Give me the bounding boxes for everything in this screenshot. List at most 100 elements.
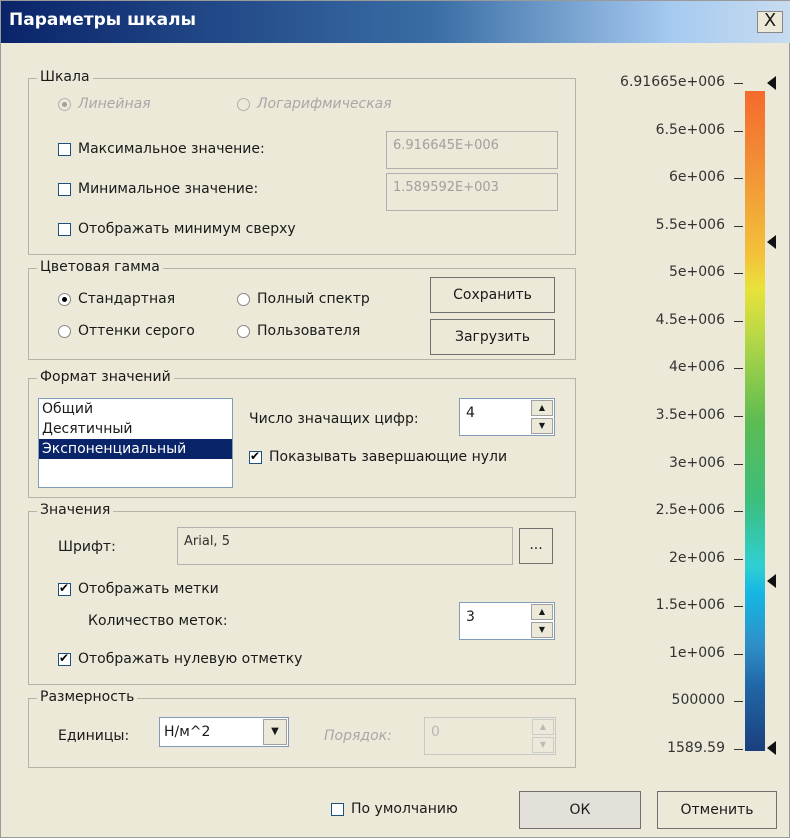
- colorbar-tick-label: 2.5e+006: [655, 502, 725, 519]
- spin-down-icon[interactable]: ▼: [531, 418, 553, 434]
- digits-label: Число значащих цифр:: [249, 411, 419, 427]
- trailing-zeros-label: Показывать завершающие нули: [269, 449, 508, 465]
- spin-down-icon[interactable]: ▼: [531, 622, 553, 638]
- chevron-down-icon[interactable]: ▼: [263, 719, 287, 745]
- colorbar-tick-mark: [734, 273, 743, 275]
- show-min-top-checkbox-box: [58, 222, 71, 236]
- radio-standard-label: Стандартная: [78, 291, 176, 307]
- colorbar-tick-mark: [734, 368, 743, 370]
- units-value: Н/м^2: [164, 724, 211, 740]
- triangle-left-icon[interactable]: [767, 741, 776, 755]
- units-select[interactable]: Н/м^2 ▼: [159, 717, 289, 747]
- spin-up-icon[interactable]: ▲: [532, 719, 554, 735]
- max-value-checkbox[interactable]: Максимальное значение:: [58, 141, 265, 157]
- colorbar-tick-label: 6e+006: [669, 169, 725, 186]
- default-label: По умолчанию: [351, 801, 458, 817]
- radio-user-label: Пользователя: [257, 323, 361, 339]
- colorbar-tick-label: 5.5e+006: [655, 216, 725, 233]
- triangle-left-icon[interactable]: [767, 574, 776, 588]
- triangle-left-icon[interactable]: [767, 235, 776, 249]
- colorbar-tick-label: 3e+006: [669, 454, 725, 471]
- close-icon: X: [763, 10, 777, 31]
- radio-log[interactable]: Логарифмическая: [237, 96, 392, 112]
- colorbar-tick-mark: [734, 749, 743, 750]
- min-value-checkbox-box: [58, 182, 71, 196]
- spin-up-icon[interactable]: ▲: [531, 400, 553, 416]
- label-count-label: Количество меток:: [88, 613, 228, 629]
- colorbar-tick-mark: [734, 558, 743, 560]
- format-list-item[interactable]: Общий: [39, 399, 232, 419]
- radio-full-spectrum-indicator: [237, 292, 250, 306]
- max-value-checkbox-box: [58, 142, 71, 156]
- title-bar: Параметры шкалы X: [1, 1, 790, 43]
- font-label: Шрифт:: [58, 539, 116, 555]
- font-browse-button[interactable]: ...: [519, 528, 553, 564]
- colorbar-tick-label: 1e+006: [669, 644, 725, 661]
- radio-linear[interactable]: Линейная: [58, 96, 151, 112]
- label-count-stepper[interactable]: 3 ▲ ▼: [459, 602, 555, 640]
- trailing-zeros-checkbox[interactable]: Показывать завершающие нули: [249, 449, 507, 465]
- color-scale-bar: [745, 91, 765, 751]
- close-button[interactable]: X: [757, 11, 783, 33]
- colorbar-tick-label: 1.5e+006: [655, 597, 725, 614]
- show-min-top-checkbox[interactable]: Отображать минимум сверху: [58, 221, 296, 237]
- default-checkbox[interactable]: По умолчанию: [331, 801, 458, 817]
- default-checkbox-box: [331, 802, 344, 816]
- scale-group-title: Шкала: [37, 69, 93, 85]
- radio-full-spectrum[interactable]: Полный спектр: [237, 291, 370, 307]
- colorbar-tick-mark: [734, 178, 743, 180]
- colorbar-tick-label: 4e+006: [669, 359, 725, 376]
- colorbar-tick-mark: [734, 653, 743, 655]
- format-list[interactable]: Общий Десятичный Экспоненциальный: [38, 398, 233, 488]
- order-value: 0: [431, 724, 440, 740]
- color-group-title: Цветовая гамма: [37, 259, 163, 275]
- radio-standard[interactable]: Стандартная: [58, 291, 175, 307]
- colorbar-tick-mark: [734, 130, 743, 132]
- ok-button[interactable]: ОК: [519, 791, 641, 829]
- colorbar-tick-label: 500000: [671, 692, 725, 709]
- dimension-group-title: Размерность: [37, 689, 138, 705]
- colorbar-tick-label: 5e+006: [669, 264, 725, 281]
- show-zero-label: Отображать нулевую отметку: [78, 651, 303, 667]
- min-value-checkbox[interactable]: Минимальное значение:: [58, 181, 258, 197]
- spin-down-icon[interactable]: ▼: [532, 737, 554, 753]
- units-label: Единицы:: [58, 728, 130, 744]
- format-list-item[interactable]: Десятичный: [39, 419, 232, 439]
- radio-linear-indicator: [58, 97, 71, 111]
- show-zero-checkbox-box: [58, 651, 71, 666]
- min-value-field[interactable]: 1.589592E+003: [386, 173, 558, 211]
- radio-log-label: Логарифмическая: [257, 96, 392, 112]
- radio-linear-label: Линейная: [78, 96, 151, 112]
- cancel-button[interactable]: Отменить: [657, 791, 777, 829]
- window-title: Параметры шкалы: [9, 10, 196, 30]
- colorbar-tick-mark: [734, 463, 743, 465]
- load-button[interactable]: Загрузить: [430, 319, 555, 355]
- font-field[interactable]: Arial, 5: [177, 527, 513, 565]
- radio-full-spectrum-label: Полный спектр: [257, 291, 370, 307]
- colorbar-tick-mark: [734, 83, 743, 84]
- colorbar-tick-label: 1589.59: [667, 740, 725, 756]
- order-stepper[interactable]: 0 ▲ ▼: [424, 717, 556, 755]
- colorbar-tick-mark: [734, 416, 743, 417]
- label-count-value: 3: [466, 609, 475, 625]
- format-list-item-selected[interactable]: Экспоненциальный: [39, 439, 232, 459]
- triangle-left-icon[interactable]: [767, 76, 776, 90]
- digits-stepper[interactable]: 4 ▲ ▼: [459, 398, 555, 436]
- max-value-label: Максимальное значение:: [78, 141, 265, 157]
- colorbar-tick-label: 4.5e+006: [655, 311, 725, 328]
- radio-user[interactable]: Пользователя: [237, 323, 360, 339]
- trailing-zeros-checkbox-box: [249, 449, 262, 464]
- colorbar-tick-label: 2e+006: [669, 549, 725, 566]
- colorbar-tick-mark: [734, 320, 743, 322]
- show-labels-checkbox-box: [58, 581, 71, 596]
- max-value-field[interactable]: 6.916645E+006: [386, 131, 558, 169]
- save-button[interactable]: Сохранить: [430, 277, 555, 313]
- spin-up-icon[interactable]: ▲: [531, 604, 553, 620]
- colorbar-tick-label: 6.91665e+006: [620, 74, 725, 90]
- show-labels-checkbox[interactable]: Отображать метки: [58, 581, 219, 597]
- radio-user-indicator: [237, 324, 250, 338]
- digits-value: 4: [466, 405, 475, 421]
- show-zero-checkbox[interactable]: Отображать нулевую отметку: [58, 651, 302, 667]
- min-value-label: Минимальное значение:: [78, 181, 259, 197]
- radio-grayscale[interactable]: Оттенки серого: [58, 323, 195, 339]
